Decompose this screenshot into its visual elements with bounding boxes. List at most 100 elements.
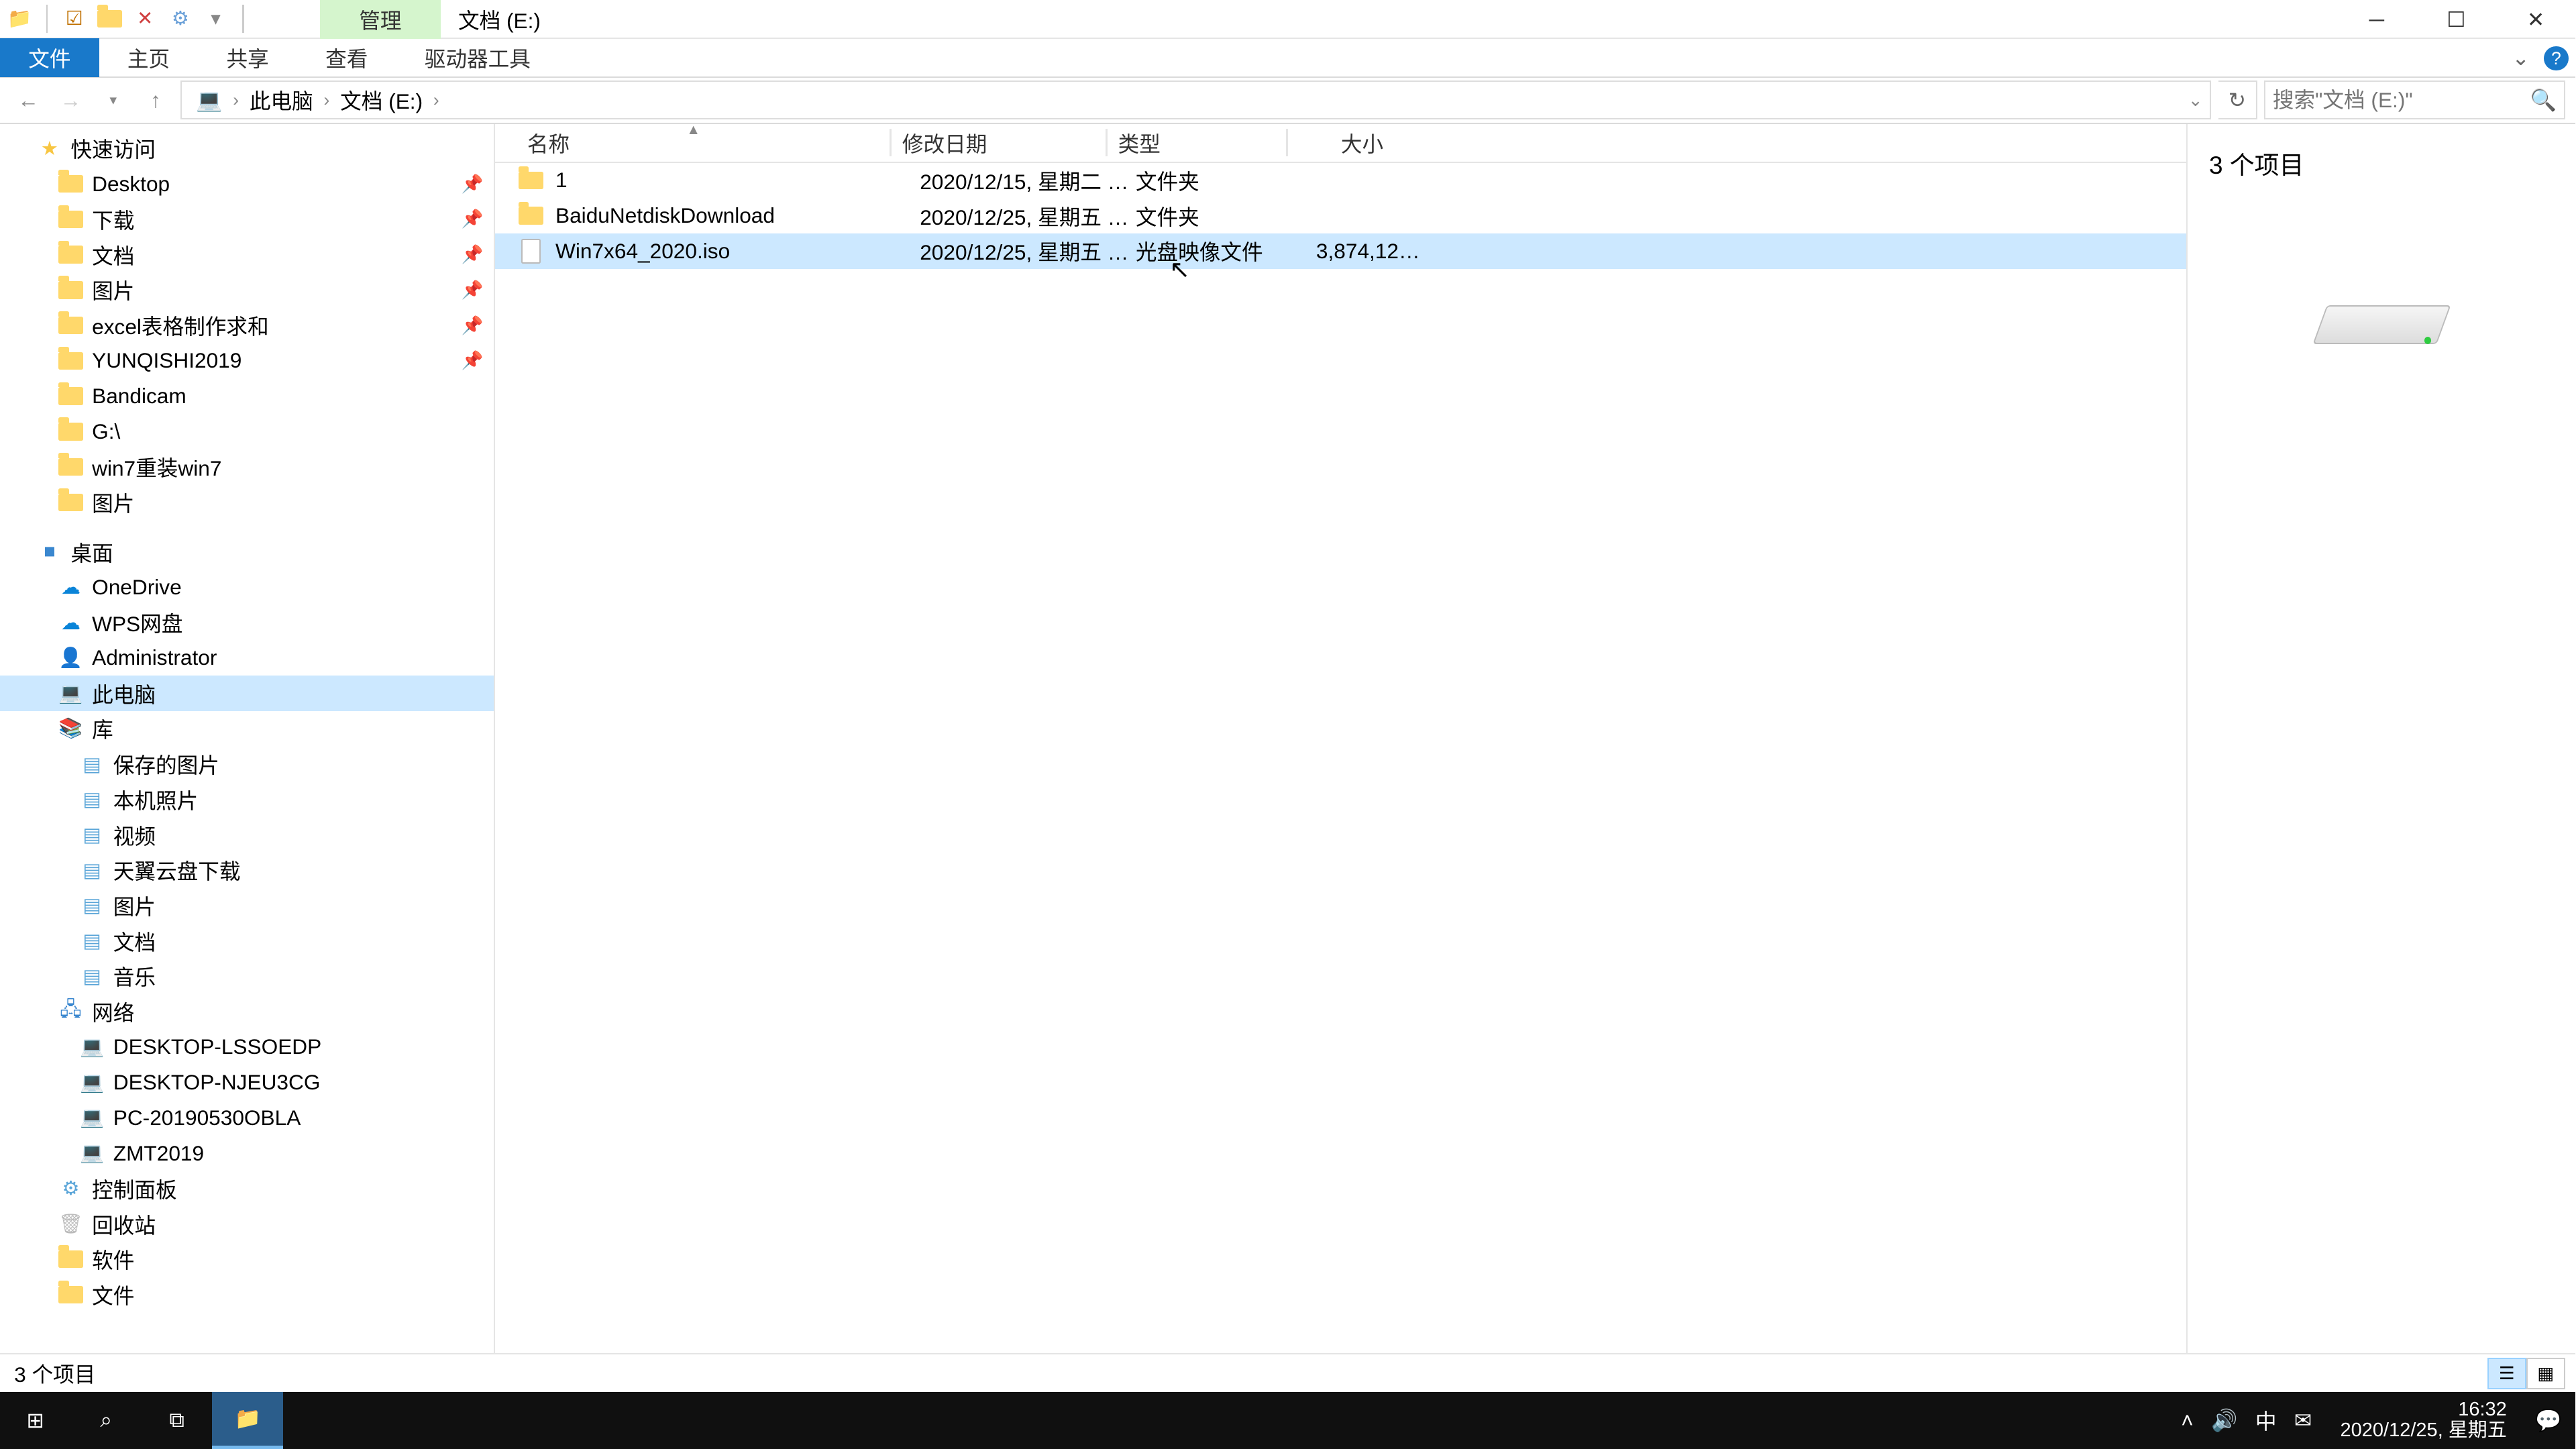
tree-network-item[interactable]: 💻DESKTOP-LSSOEDP: [0, 1030, 494, 1065]
tree-label: 快速访问: [70, 133, 156, 164]
tree-desktop[interactable]: ■桌面: [0, 534, 494, 570]
up-button[interactable]: ↑: [138, 83, 174, 118]
tree-network-item[interactable]: 💻ZMT2019: [0, 1136, 494, 1171]
column-size[interactable]: 大小: [1288, 124, 1394, 162]
breadcrumb-this-pc[interactable]: 此电脑: [242, 85, 320, 115]
tab-drive-tools[interactable]: 驱动器工具: [396, 38, 559, 77]
column-date[interactable]: 修改日期: [892, 124, 1108, 162]
tree-network[interactable]: 🖧网络: [0, 994, 494, 1030]
breadcrumb-root-icon[interactable]: 💻: [189, 88, 229, 113]
chevron-right-icon[interactable]: ›: [233, 90, 239, 111]
file-type: 文件夹: [1136, 201, 1316, 231]
tree-quick-item[interactable]: Bandicam: [0, 378, 494, 414]
tree-network-item[interactable]: 💻DESKTOP-NJEU3CG: [0, 1065, 494, 1100]
tree-library-item[interactable]: ▤文档: [0, 923, 494, 959]
tree-network-item[interactable]: 💻PC-20190530OBLA: [0, 1100, 494, 1136]
file-row[interactable]: Win7x64_2020.iso2020/12/25, 星期五 1...光盘映像…: [495, 233, 2186, 269]
file-row[interactable]: BaiduNetdiskDownload2020/12/25, 星期五 1...…: [495, 198, 2186, 233]
tree-library-item[interactable]: ▤音乐: [0, 959, 494, 994]
back-button[interactable]: ←: [11, 83, 46, 118]
breadcrumb[interactable]: 💻 › 此电脑 › 文档 (E:) › ⌄: [180, 80, 2211, 119]
tree-onedrive[interactable]: ☁OneDrive: [0, 570, 494, 605]
task-view-button[interactable]: ⧉: [142, 1392, 212, 1448]
qat-properties-icon[interactable]: ☑: [58, 3, 90, 34]
tree-wps[interactable]: ☁WPS网盘: [0, 605, 494, 641]
tray-overflow-icon[interactable]: ˄: [2181, 1408, 2193, 1433]
tab-share[interactable]: 共享: [198, 38, 297, 77]
navigation-tree[interactable]: ★快速访问 Desktop📌下载📌文档📌图片📌excel表格制作求和📌YUNQI…: [0, 124, 495, 1354]
taskbar-explorer[interactable]: 📁: [212, 1392, 282, 1448]
close-button[interactable]: ✕: [2496, 0, 2576, 39]
tree-files-folder[interactable]: 文件: [0, 1277, 494, 1313]
tree-this-pc[interactable]: 💻此电脑: [0, 676, 494, 711]
tree-library-item[interactable]: ▤保存的图片: [0, 747, 494, 782]
column-name[interactable]: 名称▲: [495, 124, 892, 162]
tab-home[interactable]: 主页: [99, 38, 199, 77]
tree-libraries[interactable]: 📚库: [0, 711, 494, 747]
tree-quick-item[interactable]: 文档📌: [0, 237, 494, 272]
volume-icon[interactable]: 🔊: [2211, 1408, 2237, 1433]
search-icon[interactable]: 🔍: [2530, 88, 2557, 113]
tree-quick-item[interactable]: Desktop📌: [0, 166, 494, 202]
view-details-button[interactable]: ☰: [2487, 1358, 2526, 1389]
action-center-icon[interactable]: 💬: [2535, 1408, 2561, 1433]
tree-quick-item[interactable]: 图片: [0, 484, 494, 520]
pc-icon: 💻: [78, 1069, 106, 1097]
folder-icon: [56, 205, 85, 233]
refresh-button[interactable]: ↻: [2218, 80, 2257, 119]
view-thumbnails-button[interactable]: ▦: [2526, 1358, 2565, 1389]
file-icon: [517, 237, 545, 265]
tree-quick-item[interactable]: excel表格制作求和📌: [0, 308, 494, 343]
chevron-right-icon[interactable]: ›: [433, 90, 439, 111]
tree-control-panel[interactable]: ⚙控制面板: [0, 1171, 494, 1206]
search-box[interactable]: 🔍: [2264, 80, 2565, 119]
tab-view[interactable]: 查看: [297, 38, 396, 77]
tree-quick-item[interactable]: 下载📌: [0, 202, 494, 237]
ribbon-context-tab[interactable]: 管理: [320, 0, 440, 39]
tree-quick-item[interactable]: YUNQISHI2019📌: [0, 343, 494, 379]
file-list-area[interactable]: 名称▲ 修改日期 类型 大小 12020/12/15, 星期二 1...文件夹B…: [495, 124, 2186, 1354]
tree-quick-item[interactable]: win7重装win7: [0, 449, 494, 485]
clock-time: 16:32: [2341, 1399, 2507, 1421]
breadcrumb-dropdown-icon[interactable]: ⌄: [2188, 90, 2203, 111]
minimize-button[interactable]: ─: [2337, 0, 2417, 39]
tab-file[interactable]: 文件: [0, 38, 99, 77]
qat-dropdown-icon[interactable]: ▾: [200, 3, 231, 34]
tree-quick-access[interactable]: ★快速访问: [0, 131, 494, 166]
file-row[interactable]: 12020/12/15, 星期二 1...文件夹: [495, 163, 2186, 199]
tree-library-item[interactable]: ▤本机照片: [0, 782, 494, 817]
column-type[interactable]: 类型: [1108, 124, 1288, 162]
search-button[interactable]: ⌕: [70, 1392, 141, 1448]
tree-quick-item[interactable]: 图片📌: [0, 272, 494, 308]
folder-icon: [56, 453, 85, 481]
taskbar: ⊞ ⌕ ⧉ 📁 ˄ 🔊 中 ✉ 16:32 2020/12/25, 星期五 💬: [0, 1392, 2575, 1448]
chevron-right-icon[interactable]: ›: [324, 90, 330, 111]
library-item-icon: ▤: [78, 892, 106, 920]
forward-button[interactable]: →: [53, 83, 89, 118]
ribbon-expand-icon[interactable]: ⌄: [2505, 42, 2536, 74]
taskbar-clock[interactable]: 16:32 2020/12/25, 星期五: [2330, 1399, 2518, 1442]
tree-library-item[interactable]: ▤视频: [0, 817, 494, 853]
tray-app-icon[interactable]: ✉: [2294, 1408, 2312, 1433]
breadcrumb-location[interactable]: 文档 (E:): [333, 85, 430, 115]
qat-customize-icon[interactable]: ⚙: [164, 3, 196, 34]
tree-user[interactable]: 👤Administrator: [0, 640, 494, 676]
start-button[interactable]: ⊞: [0, 1392, 70, 1448]
library-item-icon: ▤: [78, 786, 106, 814]
tree-label: 文件: [92, 1279, 134, 1310]
recent-dropdown-icon[interactable]: ▾: [95, 83, 131, 118]
help-icon[interactable]: ?: [2544, 46, 2569, 71]
tree-library-item[interactable]: ▤图片: [0, 888, 494, 924]
qat-new-folder-icon[interactable]: [94, 3, 125, 34]
tree-label: YUNQISHI2019: [92, 348, 241, 373]
tree-library-item[interactable]: ▤天翼云盘下载: [0, 853, 494, 888]
maximize-button[interactable]: ☐: [2416, 0, 2496, 39]
qat-delete-icon[interactable]: ✕: [129, 3, 160, 34]
tree-recycle-bin[interactable]: 🗑回收站: [0, 1206, 494, 1242]
search-input[interactable]: [2273, 88, 2557, 113]
tree-label: 视频: [113, 820, 156, 851]
clock-date: 2020/12/25, 星期五: [2341, 1420, 2507, 1442]
ime-indicator[interactable]: 中: [2255, 1405, 2277, 1436]
tree-quick-item[interactable]: G:\: [0, 414, 494, 449]
tree-software[interactable]: 软件: [0, 1242, 494, 1277]
